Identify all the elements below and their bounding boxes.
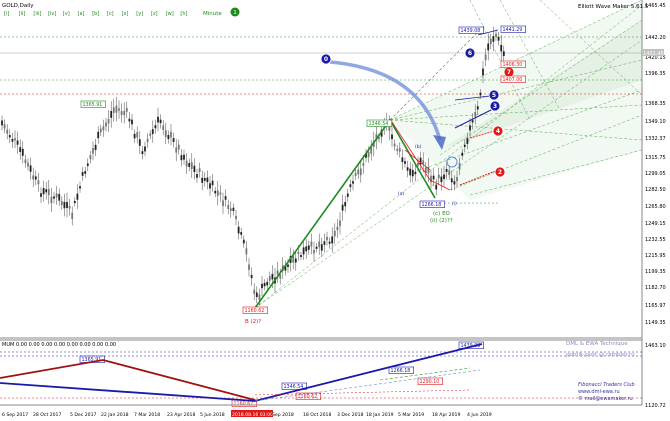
crosshair-date: 2018.08.16 03:00 bbox=[232, 412, 273, 418]
price-tick: 1282.50 bbox=[645, 187, 666, 193]
high-price-badge-text: 1441.29 bbox=[503, 27, 523, 33]
date-tick: 18 Oct 2018 bbox=[303, 412, 331, 418]
date-tick: 18 Apr 2019 bbox=[432, 412, 460, 418]
date-tick: 4 Jun 2019 bbox=[467, 412, 492, 418]
wave-i-label: (i) bbox=[452, 201, 457, 207]
wave-b-small-label: (b) bbox=[415, 144, 422, 150]
wave-button[interactable]: [h] bbox=[180, 11, 187, 17]
low-2018-tag-text: 1160.62 bbox=[245, 308, 265, 314]
date-tick: 7 Mar 2018 bbox=[134, 412, 160, 418]
price-tick: 1182.70 bbox=[645, 285, 666, 291]
price-tick: 1465.45 bbox=[645, 3, 666, 9]
price-tick: 1368.35 bbox=[645, 101, 666, 107]
wave-marker-text: 5 bbox=[492, 92, 496, 99]
wave-button[interactable]: [w] bbox=[166, 11, 174, 17]
price-tick: 1215.95 bbox=[645, 253, 666, 259]
watermark-line1: DML & EWA Technique bbox=[566, 341, 628, 347]
date-tick: 22 Jan 2018 bbox=[101, 412, 129, 418]
wave-marker-text: 6 bbox=[468, 50, 472, 57]
date-tick: 5 Dec 2017 bbox=[70, 412, 97, 418]
date-tick: 6 Sep 2017 bbox=[2, 412, 28, 418]
date-tick: 23 Apr 2018 bbox=[167, 412, 195, 418]
wave-button[interactable]: [iii] bbox=[33, 11, 41, 17]
wave-button[interactable]: [x] bbox=[122, 11, 129, 17]
date-tick: 18 Jan 2019 bbox=[366, 412, 394, 418]
wave-button[interactable]: [z] bbox=[151, 11, 158, 17]
price-tick: 1332.37 bbox=[645, 136, 666, 142]
ind-axis-top: 1463.10 bbox=[645, 343, 666, 349]
price-tick: 1349.10 bbox=[645, 119, 666, 125]
wave-button[interactable]: [c] bbox=[107, 11, 114, 17]
wave-ii-label: (ii) (2)?? bbox=[430, 218, 453, 224]
wave-b-label: B (2)? bbox=[245, 319, 261, 325]
level-label[interactable]: Minute bbox=[203, 11, 222, 17]
price-tick: 1249.15 bbox=[645, 221, 666, 227]
ind-mid1-tag-text: 1266.18 bbox=[391, 368, 411, 374]
wave-button[interactable]: [a] bbox=[78, 11, 85, 17]
price-tick: 1315.75 bbox=[645, 155, 666, 161]
price-chart[interactable]: 0 2 3 4 5 6 7 1365.91 1160.62 1346.54 1266.18 1439.… bbox=[0, 0, 670, 421]
high-2019-tag-text: 1439.08 bbox=[461, 28, 481, 34]
jan-2019-tag-text: 1346.54 bbox=[369, 121, 389, 127]
wave-button[interactable]: [ii] bbox=[19, 11, 26, 17]
ind-mid3-tag-text: 1290.10 bbox=[420, 379, 440, 385]
trading-chart-window[interactable]: 0 2 3 4 5 6 7 1365.91 1160.62 1346.54 1266.18 1439.… bbox=[0, 0, 670, 421]
price-tick: 1199.35 bbox=[645, 269, 666, 275]
indicator-pane-title: MUM 0.00 0.00 0.00 0.00 0.00 0.00 0.00 0… bbox=[2, 342, 116, 348]
date-tick: 28 Oct 2017 bbox=[33, 412, 61, 418]
watermark-line2: potnik-post @ rambler.ru bbox=[566, 352, 635, 358]
price-tick: 1165.97 bbox=[645, 303, 666, 309]
price-tick: 1299.05 bbox=[645, 171, 666, 177]
price-tick: 1149.35 bbox=[645, 320, 666, 326]
wave-marker-text: 4 bbox=[496, 128, 500, 135]
current-price-text: 1402.45 bbox=[643, 51, 664, 57]
symbol-title: GOLD,Daily bbox=[2, 3, 34, 9]
red-price-badge-1-text: 1406.30 bbox=[503, 62, 523, 68]
price-tick: 1232.55 bbox=[645, 237, 666, 243]
red-price-badge-2-text: 1407.00 bbox=[503, 77, 523, 83]
wave-button[interactable]: [iv] bbox=[48, 11, 56, 17]
wave-button[interactable]: [i] bbox=[4, 11, 9, 17]
date-tick: 3 Dec 2018 bbox=[337, 412, 364, 418]
wave-button[interactable]: [v] bbox=[63, 11, 70, 17]
wave-marker-text: 7 bbox=[507, 69, 511, 76]
date-tick: 5 Mar 2019 bbox=[398, 412, 424, 418]
apr-2019-tag-text: 1266.18 bbox=[422, 202, 442, 208]
wave-marker-text: 3 bbox=[493, 103, 497, 110]
watermark-line5: © mail@ewamaker.ru bbox=[578, 395, 633, 402]
level-number: 1 bbox=[233, 10, 237, 16]
wave-marker-text: 0 bbox=[324, 56, 328, 63]
watermark-line4: www.dml-ewa.ru bbox=[578, 389, 620, 395]
wave-button[interactable]: [b] bbox=[92, 11, 99, 17]
date-tick: Sep 2018 bbox=[272, 412, 294, 418]
price-tick: 1265.80 bbox=[645, 204, 666, 210]
price-tick: 1442.20 bbox=[645, 35, 666, 41]
ind-low2-tag-text: 1160.62 bbox=[234, 401, 254, 407]
wave-marker-text: 2 bbox=[498, 169, 502, 176]
peak-2018-tag-text: 1365.91 bbox=[83, 102, 103, 108]
indicator-title: Elliott Wave Maker 5.61.5 bbox=[578, 4, 649, 10]
price-tick: 1396.35 bbox=[645, 71, 666, 77]
wave-c-label: (c) EO bbox=[433, 211, 451, 217]
wave-a-label: (a) bbox=[398, 191, 405, 197]
wave-button[interactable]: [y] bbox=[136, 11, 143, 17]
watermark-line3: Fibonacci Traders Club bbox=[578, 382, 635, 388]
date-tick: 5 Jun 2018 bbox=[200, 412, 225, 418]
ind-axis-bottom: 1120.72 bbox=[645, 403, 666, 409]
